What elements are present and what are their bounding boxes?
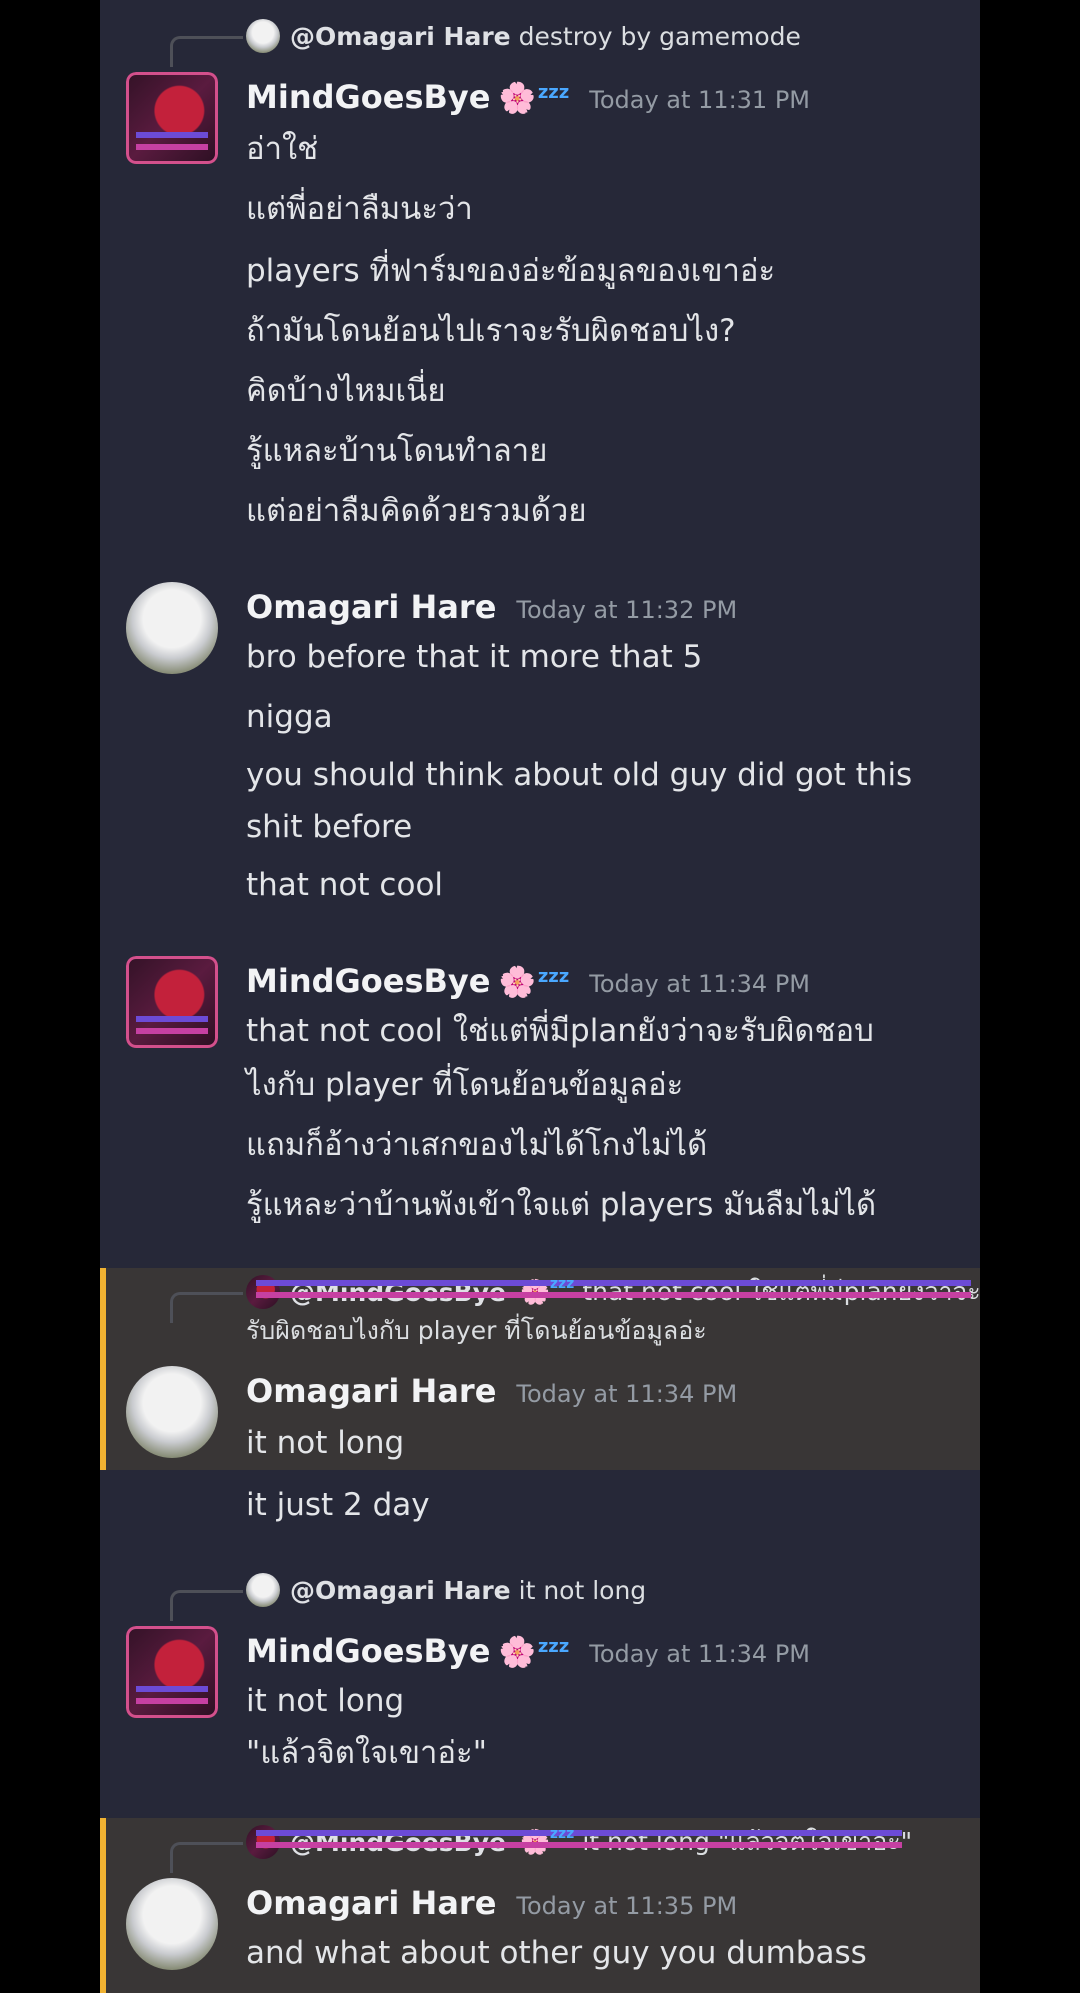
message-header: MindGoesBye 🌸 zzz Today at 11:34 PM	[246, 962, 810, 1000]
avatar[interactable]	[126, 72, 218, 164]
avatar[interactable]	[126, 1878, 218, 1970]
reply-text-continued: รับผิดชอบไงกับ player ที่โดนย้อนข้อมูลอ่…	[246, 1316, 707, 1345]
reply-preview[interactable]: @MindGoesBye 🌸 zzz that not cool ใช่แต่พ…	[246, 1272, 980, 1312]
cherry-blossom-icon: 🌸	[498, 965, 536, 1000]
message-line: แถมก็อ้างว่าเสกของไม่ได้โกงไม่ได้	[246, 1127, 708, 1163]
reply-preview[interactable]: @Omagari Hare destroy by gamemode	[246, 16, 801, 56]
username[interactable]: MindGoesBye	[246, 1632, 490, 1670]
message-header: Omagari Hare Today at 11:32 PM	[246, 588, 737, 626]
username[interactable]: Omagari Hare	[246, 588, 496, 626]
avatar-icon	[246, 19, 280, 53]
avatar[interactable]	[126, 1626, 218, 1718]
username[interactable]: Omagari Hare	[246, 1372, 496, 1410]
message-header: Omagari Hare Today at 11:34 PM	[246, 1372, 737, 1410]
sleep-icon: zzz	[537, 1636, 570, 1657]
avatar[interactable]	[126, 1366, 218, 1458]
avatar[interactable]	[126, 582, 218, 674]
timestamp: Today at 11:35 PM	[516, 1892, 738, 1920]
message-line: แต่พี่อย่าลืมนะว่า	[246, 191, 473, 227]
message-line: players ที่ฟาร์มของอ่ะข้อมูลของเขาอ่ะ	[246, 253, 776, 289]
timestamp: Today at 11:34 PM	[589, 1640, 811, 1668]
message-line: and what about other guy you dumbass	[246, 1935, 867, 1971]
message-line: shit before	[246, 809, 413, 845]
sleep-icon: zzz	[537, 966, 570, 987]
sleep-icon: zzz	[537, 82, 570, 103]
message-line: it not long	[246, 1425, 405, 1461]
message-line: that not cool ใช่แต่พี่มีplanยังว่าจะรับ…	[246, 1013, 874, 1049]
reply-connector	[170, 36, 243, 67]
reply-preview[interactable]: @MindGoesBye 🌸 zzz it not long "แล้วจิตใ…	[246, 1822, 912, 1862]
cherry-blossom-icon: 🌸	[498, 81, 536, 116]
timestamp: Today at 11:31 PM	[589, 86, 811, 114]
message-line: it not long	[246, 1683, 405, 1719]
message-followup: it just 2 day	[100, 1470, 980, 1550]
timestamp: Today at 11:34 PM	[589, 970, 811, 998]
message-header: Omagari Hare Today at 11:35 PM	[246, 1884, 737, 1922]
message-group: MindGoesBye 🌸 zzz Today at 11:34 PM that…	[100, 930, 980, 1268]
message-group-mention: @MindGoesBye 🌸 zzz that not cool ใช่แต่พ…	[100, 1268, 980, 1470]
reply-author[interactable]: @Omagari Hare	[290, 1576, 511, 1605]
cherry-blossom-icon: 🌸	[498, 1635, 536, 1670]
timestamp: Today at 11:32 PM	[516, 596, 738, 624]
message-line: nigga	[246, 699, 333, 735]
reply-author[interactable]: @Omagari Hare	[290, 22, 511, 51]
avatar[interactable]	[126, 956, 218, 1048]
message-line: that not cool	[246, 867, 444, 903]
avatar-icon	[246, 1275, 280, 1309]
username[interactable]: Omagari Hare	[246, 1884, 496, 1922]
message-group-mention: @MindGoesBye 🌸 zzz it not long "แล้วจิตใ…	[100, 1818, 980, 1993]
message-line: ไงกับ player ที่โดนย้อนข้อมูลอ่ะ	[246, 1067, 684, 1103]
message-header: MindGoesBye 🌸 zzz Today at 11:34 PM	[246, 1632, 810, 1670]
message-line: แต่อย่าลืมคิดด้วยรวมด้วย	[246, 493, 587, 529]
message-line: อ่าใช่	[246, 131, 319, 167]
message-line: ถ้ามันโดนย้อนไปเราจะรับผิดชอบไง?	[246, 313, 736, 349]
reply-connector	[170, 1590, 243, 1621]
timestamp: Today at 11:34 PM	[516, 1380, 738, 1408]
reply-text: it not long	[518, 1575, 647, 1605]
message-line: bro before that it more that 5	[246, 639, 703, 675]
message-line: รู้แหละว่าบ้านพังเข้าใจแต่ players มันลื…	[246, 1187, 877, 1223]
reply-connector	[170, 1842, 243, 1873]
chat-panel: @Omagari Hare destroy by gamemode MindGo…	[100, 0, 980, 1993]
reply-preview[interactable]: @Omagari Hare it not long	[246, 1570, 646, 1610]
message-group: Omagari Hare Today at 11:32 PM bro befor…	[100, 560, 980, 930]
message-line: "แล้วจิตใจเขาอ่ะ"	[246, 1735, 487, 1771]
sleep-icon: zzz	[549, 1826, 575, 1842]
avatar-icon	[246, 1573, 280, 1607]
avatar-icon	[246, 1825, 280, 1859]
message-line: คิดบ้างไหมเนี่ย	[246, 373, 446, 409]
sleep-icon: zzz	[549, 1276, 575, 1292]
message-line: รู้แหละบ้านโดนทำลาย	[246, 433, 548, 469]
message-group: @Omagari Hare it not long MindGoesBye 🌸 …	[100, 1550, 980, 1818]
reply-connector	[170, 1292, 243, 1323]
message-line: it just 2 day	[246, 1487, 430, 1523]
username[interactable]: MindGoesBye	[246, 78, 490, 116]
message-header: MindGoesBye 🌸 zzz Today at 11:31 PM	[246, 78, 810, 116]
message-group: @Omagari Hare destroy by gamemode MindGo…	[100, 0, 980, 560]
username[interactable]: MindGoesBye	[246, 962, 490, 1000]
message-line: you should think about old guy did got t…	[246, 757, 913, 793]
reply-text: destroy by gamemode	[518, 21, 801, 51]
